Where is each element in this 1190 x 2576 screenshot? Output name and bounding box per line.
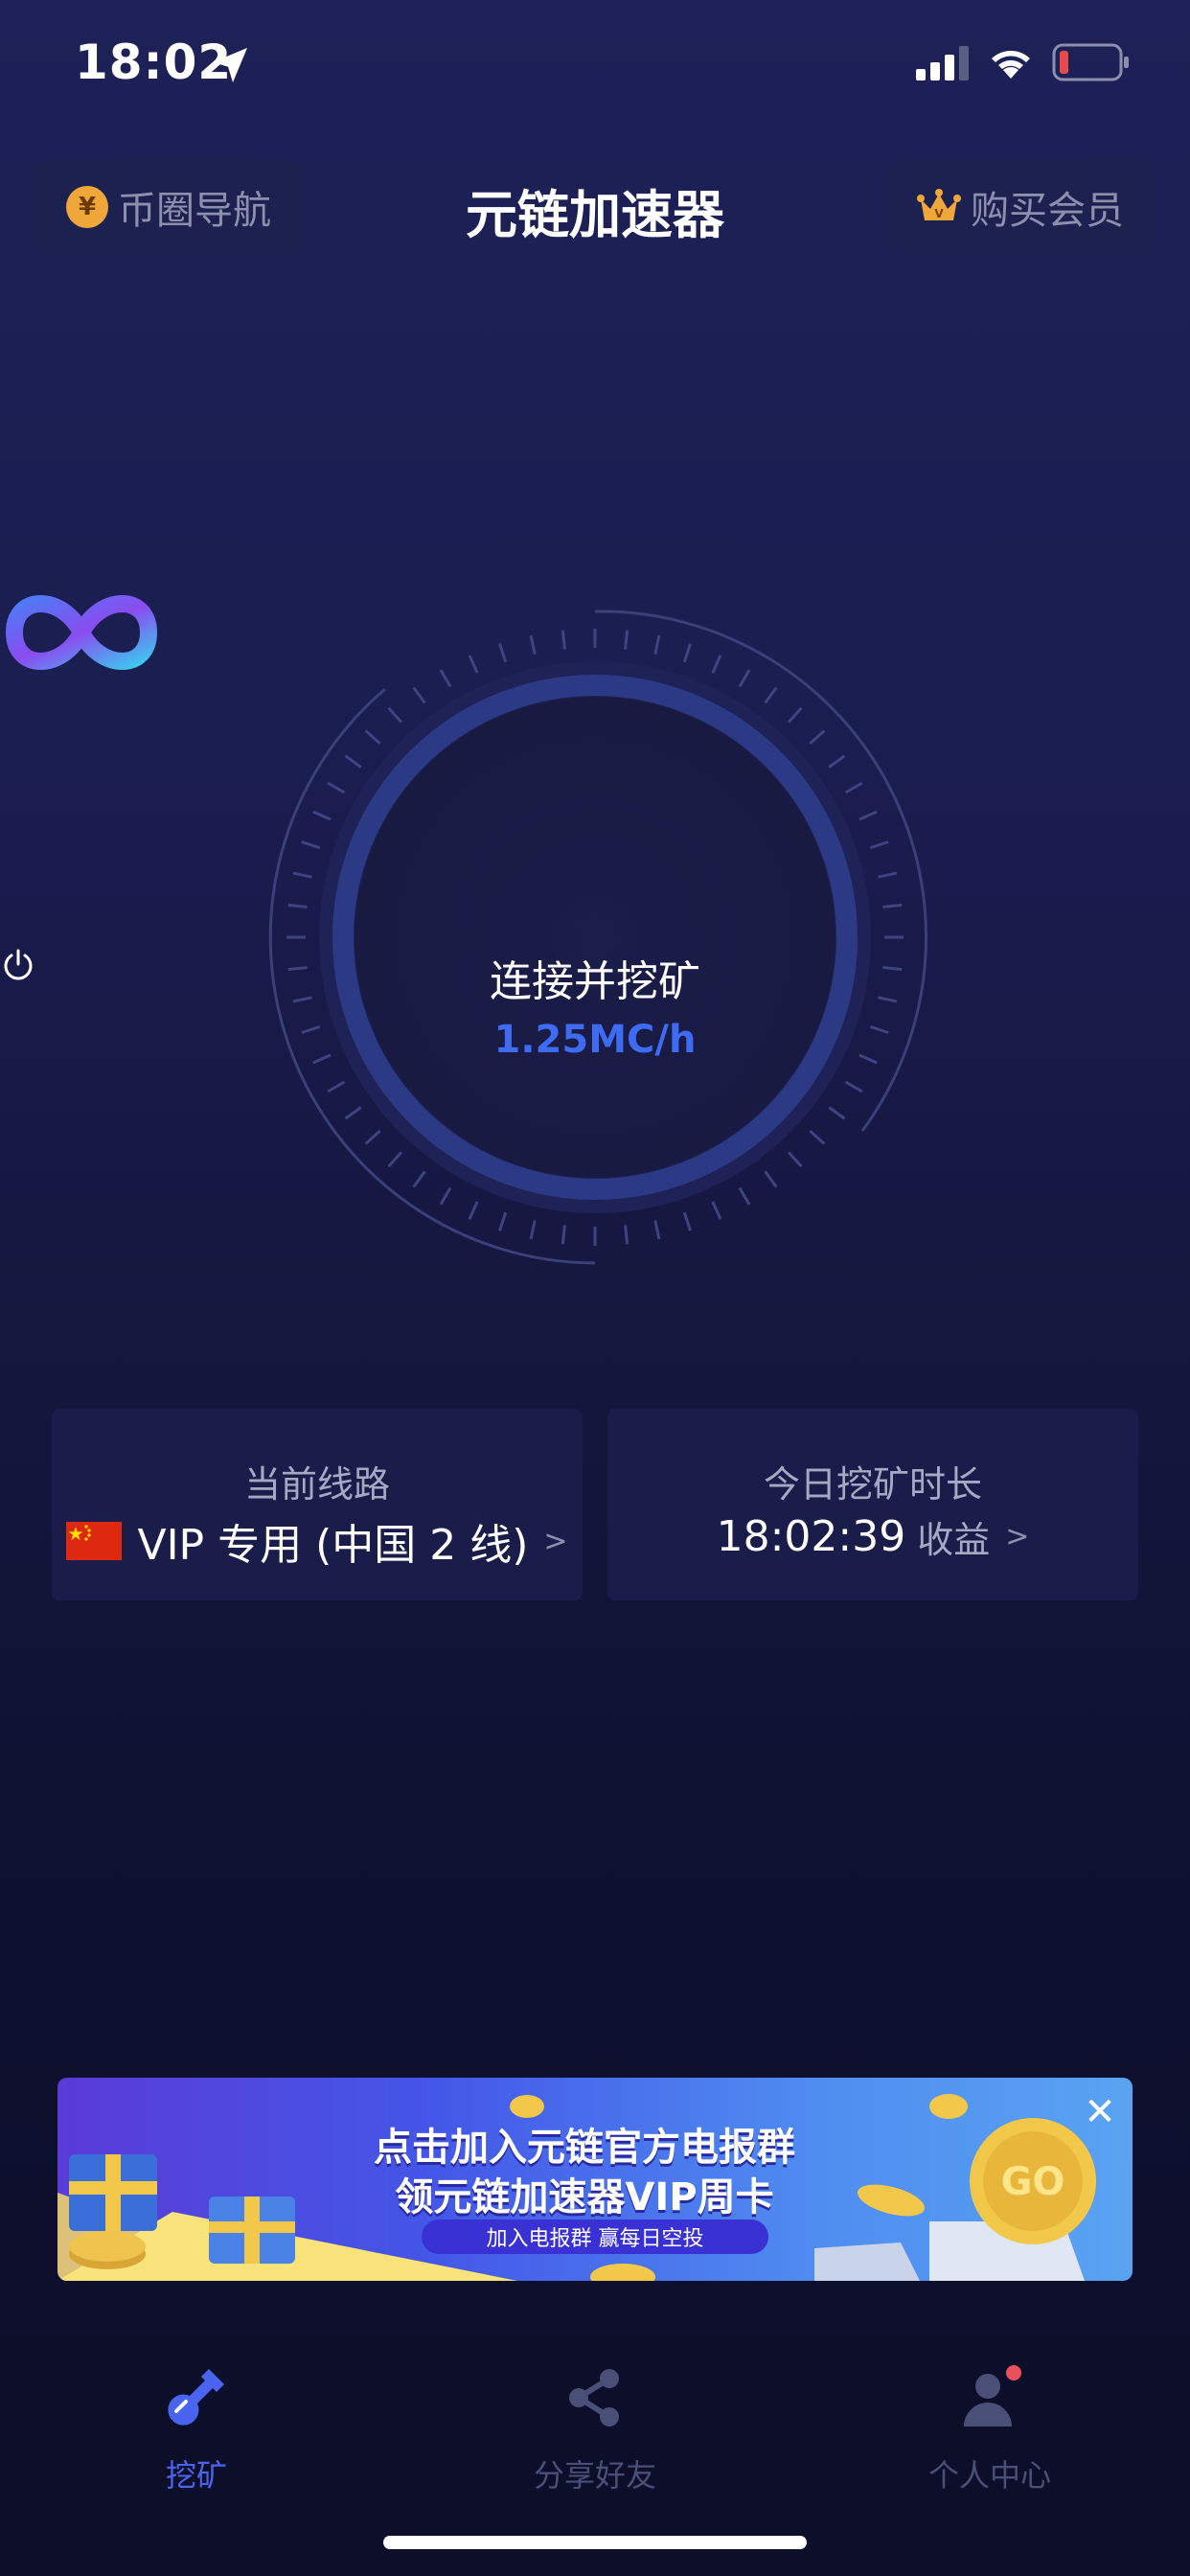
dial-tick [412, 1170, 426, 1188]
dial-tick [498, 1211, 508, 1231]
dial-tick [764, 1170, 778, 1188]
dial-tick [327, 1080, 346, 1093]
dial-tick [387, 1151, 403, 1168]
dial-tick [312, 810, 332, 821]
dial-tick [682, 1211, 692, 1231]
current-route-value: VIP 专用 (中国 2 线) [137, 1521, 529, 1570]
dial-tick [809, 1129, 826, 1145]
dial-tick [878, 871, 898, 879]
dial-tick [364, 729, 381, 746]
gift-box-icon [69, 2154, 157, 2231]
mining-duration-value: 18:02:39 [716, 1512, 906, 1561]
telegram-promo-banner[interactable]: GO 点击加入元链官方电报群 领元链加速器VIP周卡 加入电报群 赢每日空投 ✕ [57, 2078, 1133, 2281]
dial-tick [468, 655, 479, 674]
dial-tick [869, 840, 889, 850]
power-icon [4, 949, 33, 980]
dial-tick [624, 630, 629, 650]
dial-rings [268, 610, 928, 1265]
connect-and-mine-button[interactable]: 连接并挖矿 [0, 947, 1190, 1008]
buy-membership-button[interactable]: V 购买会员 [886, 159, 1155, 255]
dial-tick [858, 810, 878, 821]
dial-tick [327, 781, 346, 794]
go-coin-label: GO [1001, 2160, 1065, 2204]
banner-subheadline: 领元链加速器VIP周卡 [395, 2175, 774, 2220]
battery-icon [1052, 43, 1129, 81]
svg-text:V: V [934, 207, 944, 220]
tab-share-friends[interactable]: 分享好友 [451, 2363, 739, 2507]
dial-tick [292, 871, 312, 879]
share-icon [569, 2369, 619, 2426]
chevron-right-icon: > [1005, 1520, 1030, 1553]
dial-tick [738, 1186, 751, 1206]
dial-tick [809, 729, 826, 746]
dial-tick [738, 669, 751, 688]
dial-tick [344, 1106, 362, 1120]
shovel-icon [168, 2369, 224, 2426]
infinity-logo-icon [5, 595, 158, 670]
location-arrow-icon [213, 48, 247, 82]
dial-tick [561, 630, 566, 650]
wifi-icon [992, 51, 1030, 79]
dial-tick [439, 669, 452, 688]
buy-membership-label: 购买会员 [971, 189, 1124, 233]
notification-dot [1006, 2365, 1021, 2380]
dial-tick [787, 1151, 803, 1168]
dial-tick [828, 1106, 846, 1120]
gift-box-icon [209, 2196, 295, 2264]
dial-tick [344, 754, 362, 769]
home-indicator [383, 2536, 807, 2549]
tab-mining[interactable]: 挖矿 [53, 2363, 340, 2507]
dial-tick [468, 1201, 479, 1220]
dial-tick [529, 1220, 537, 1240]
connect-label: 连接并挖矿 [490, 957, 700, 1006]
dial-tick [828, 754, 846, 769]
banner-headline: 点击加入元链官方电报群 [374, 2126, 795, 2170]
china-flag-icon [66, 1522, 123, 1560]
tab-share-label: 分享好友 [533, 2457, 656, 2494]
dial-tick [301, 840, 321, 850]
dial-tick [364, 1129, 381, 1145]
mining-duration-card[interactable]: 今日挖矿时长 18:02:39 收益 > [607, 1409, 1138, 1600]
dial-tick [653, 634, 661, 655]
close-icon[interactable]: ✕ [1079, 2091, 1121, 2133]
dial-tick [624, 1225, 629, 1245]
mining-duration-label: 今日挖矿时长 [763, 1463, 982, 1506]
dial-tick [844, 1080, 863, 1093]
tab-mining-label: 挖矿 [165, 2457, 227, 2494]
dial-tick [561, 1225, 566, 1245]
dial-tick [882, 903, 903, 908]
join-telegram-pill[interactable]: 加入电报群 赢每日空投 [422, 2220, 768, 2254]
dial-tick [844, 781, 863, 794]
tab-profile[interactable]: 个人中心 [846, 2363, 1133, 2507]
earnings-link[interactable]: 收益 [917, 1510, 990, 1563]
chevron-right-icon: > [543, 1524, 568, 1558]
dial-inner-face [355, 697, 835, 1178]
dial-tick [787, 706, 803, 724]
current-route-card[interactable]: 当前线路 VIP 专用 (中国 2 线) > [52, 1409, 583, 1600]
dial-tick [653, 1220, 661, 1240]
connect-dial[interactable]: 连接并挖矿 1.25MC/h [0, 575, 1190, 1284]
crown-icon: V [917, 189, 961, 220]
dial-tick [412, 686, 426, 704]
dial-tick [764, 686, 778, 704]
current-route-label: 当前线路 [243, 1463, 390, 1506]
dial-tick [498, 643, 508, 663]
cellular-signal-icon [916, 46, 969, 80]
dial-tick [287, 903, 308, 908]
dial-tick [711, 1201, 722, 1220]
mining-speed: 1.25MC/h [493, 1018, 697, 1062]
tab-profile-label: 个人中心 [927, 2457, 1051, 2494]
person-icon [964, 2365, 1021, 2426]
dial-tick [439, 1186, 452, 1206]
dial-tick [387, 706, 403, 724]
dial-tick [529, 634, 537, 655]
status-bar: 18:02 [0, 0, 1190, 134]
dial-tick [711, 655, 722, 674]
dial-tick [682, 643, 692, 663]
